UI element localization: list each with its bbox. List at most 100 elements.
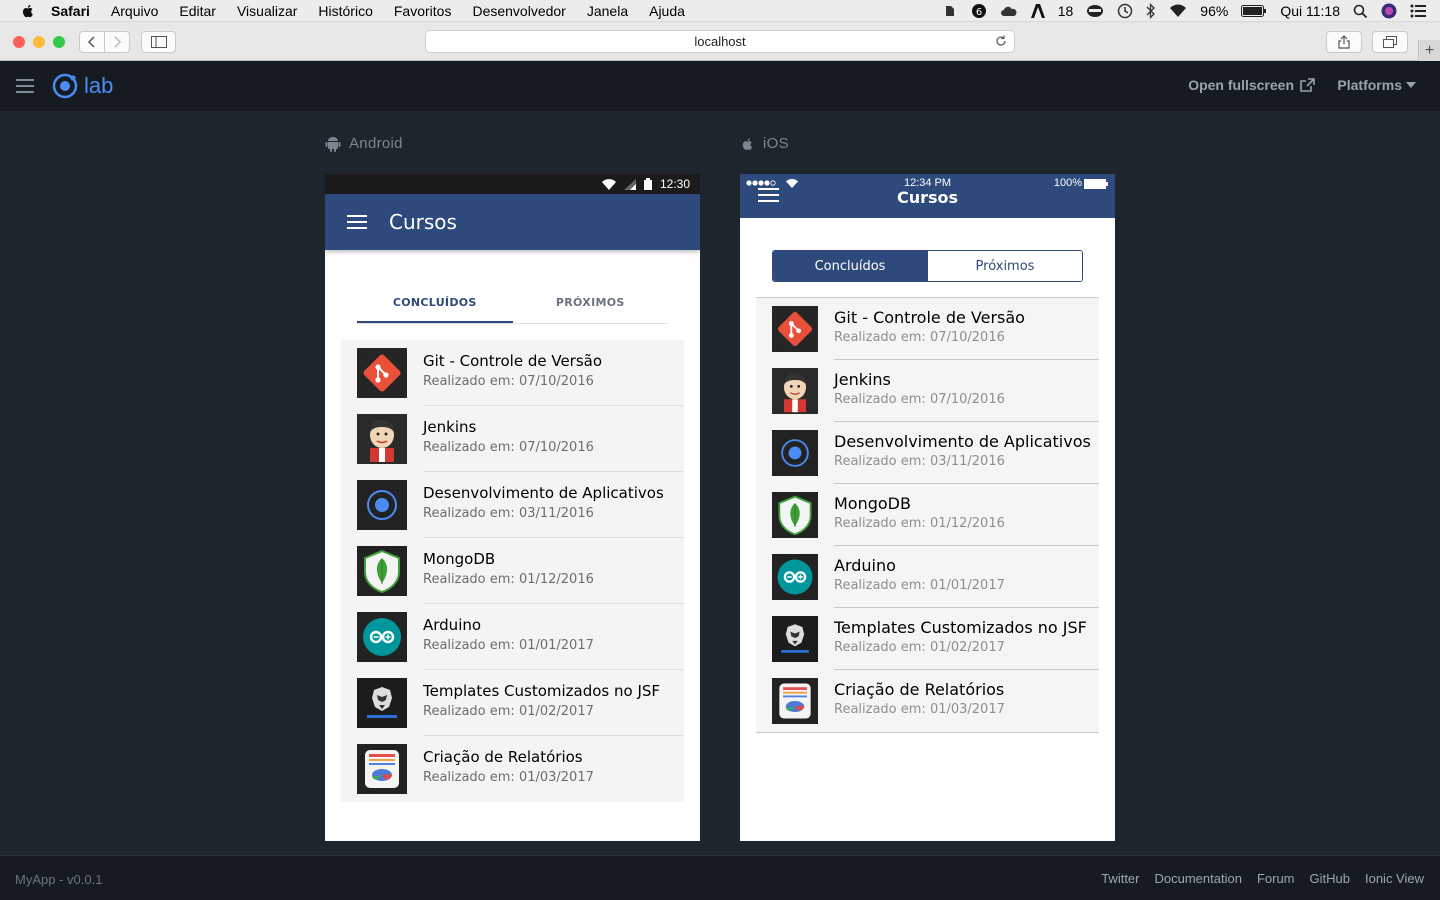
course-title: Criação de Relatórios <box>423 748 583 766</box>
primefaces-icon <box>772 616 818 662</box>
menu-janela[interactable]: Janela <box>587 3 628 19</box>
tab-concluidos[interactable]: CONCLUÍDOS <box>357 291 513 323</box>
menu-editar[interactable]: Editar <box>179 3 216 19</box>
bluetooth-icon[interactable] <box>1146 3 1156 19</box>
android-platform-label: Android <box>325 135 403 152</box>
segment-proximos[interactable]: Próximos <box>927 251 1082 281</box>
footer-link-ionic-view[interactable]: Ionic View <box>1365 871 1424 886</box>
ios-course-item[interactable]: Desenvolvimento de Aplicativos Realizado … <box>756 422 1099 484</box>
course-date: Realizado em: 01/03/2017 <box>834 702 1005 717</box>
menu-ajuda[interactable]: Ajuda <box>649 3 685 19</box>
course-text: Templates Customizados no JSF Realizado e… <box>834 618 1099 670</box>
course-title: Desenvolvimento de Aplicativos <box>834 432 1091 451</box>
android-course-item[interactable]: Arduino Realizado em: 01/01/2017 <box>341 604 684 670</box>
ios-course-item[interactable]: Templates Customizados no JSF Realizado e… <box>756 608 1099 670</box>
zoom-window-button[interactable] <box>53 36 65 48</box>
android-course-item[interactable]: Templates Customizados no JSF Realizado e… <box>341 670 684 736</box>
plus-icon: + <box>1424 41 1435 59</box>
course-text: MongoDB Realizado em: 01/12/2016 <box>423 550 684 604</box>
android-course-item[interactable]: MongoDB Realizado em: 01/12/2016 <box>341 538 684 604</box>
ios-course-item[interactable]: Criação de Relatórios Realizado em: 01/03… <box>756 670 1099 732</box>
course-date: Realizado em: 07/10/2016 <box>834 392 1005 407</box>
footer-link-github[interactable]: GitHub <box>1310 871 1350 886</box>
drive-icon[interactable] <box>1086 4 1104 18</box>
ios-course-item[interactable]: Git - Controle de Versão Realizado em: 07… <box>756 298 1099 360</box>
address-bar[interactable]: localhost <box>425 30 1015 53</box>
course-date: Realizado em: 07/10/2016 <box>834 330 1005 345</box>
course-title: Jenkins <box>423 418 477 436</box>
segment-concluidos[interactable]: Concluídos <box>773 251 927 281</box>
menu-app-name[interactable]: Safari <box>51 3 90 19</box>
share-icon <box>1338 35 1350 49</box>
menu-favoritos[interactable]: Favoritos <box>394 3 452 19</box>
ionic-lab-logo[interactable]: lab <box>52 73 113 99</box>
hamburger-menu-icon[interactable] <box>16 78 34 94</box>
platforms-dropdown[interactable]: Platforms <box>1337 77 1416 93</box>
badge-six-icon[interactable]: 6 <box>971 3 987 19</box>
apple-logo-icon <box>742 137 752 150</box>
footer-link-documentation[interactable]: Documentation <box>1155 871 1242 886</box>
notification-center-icon[interactable] <box>1410 4 1426 18</box>
spotlight-search-icon[interactable] <box>1353 4 1368 19</box>
minimize-window-button[interactable] <box>33 36 45 48</box>
lab-logo-text: lab <box>84 73 114 98</box>
ios-course-item[interactable]: MongoDB Realizado em: 01/12/2016 <box>756 484 1099 546</box>
menu-visualizar[interactable]: Visualizar <box>237 3 297 19</box>
close-window-button[interactable] <box>13 36 25 48</box>
tab-proximos[interactable]: PRÓXIMOS <box>513 291 669 323</box>
forward-button[interactable] <box>104 31 130 53</box>
apple-icon[interactable] <box>20 3 36 19</box>
menubar-clock[interactable]: Qui 11:18 <box>1280 3 1340 19</box>
wifi-icon[interactable] <box>1169 4 1187 18</box>
mongodb-icon <box>357 546 407 596</box>
android-course-list: Git - Controle de Versão Realizado em: 07… <box>341 340 684 802</box>
time-machine-icon[interactable] <box>1117 3 1133 19</box>
sidebar-toggle-button[interactable] <box>141 31 176 53</box>
back-button[interactable] <box>79 31 105 53</box>
safari-toolbar: localhost + <box>0 22 1440 61</box>
ios-page-title: Cursos <box>896 188 959 207</box>
tabs-overview-button[interactable] <box>1372 31 1408 53</box>
android-preview-frame: 12:30 Cursos CONCLUÍDOS PRÓXIMOS Git - C… <box>325 174 700 841</box>
ios-preview-frame: 12:34 PM 100% Cursos Concluídos Próximos… <box>740 174 1115 841</box>
android-course-item[interactable]: Jenkins Realizado em: 07/10/2016 <box>341 406 684 472</box>
android-course-item[interactable]: Git - Controle de Versão Realizado em: 07… <box>341 340 684 406</box>
android-course-item[interactable]: Desenvolvimento de Aplicativos Realizado … <box>341 472 684 538</box>
footer-link-twitter[interactable]: Twitter <box>1101 871 1139 886</box>
caret-down-icon <box>1406 82 1416 88</box>
ios-course-list: Git - Controle de Versão Realizado em: 07… <box>756 297 1099 733</box>
menu-arquivo[interactable]: Arquivo <box>111 3 158 19</box>
course-title: Criação de Relatórios <box>834 680 1005 699</box>
siri-icon[interactable] <box>1381 3 1397 19</box>
android-course-item[interactable]: Criação de Relatórios Realizado em: 01/03… <box>341 736 684 802</box>
new-tab-button[interactable]: + <box>1418 40 1440 61</box>
ios-course-item[interactable]: Arduino Realizado em: 01/01/2017 <box>756 546 1099 608</box>
course-text: Templates Customizados no JSF Realizado e… <box>423 682 684 736</box>
cloud-icon[interactable] <box>1000 3 1018 19</box>
course-text: Jenkins Realizado em: 07/10/2016 <box>423 418 684 472</box>
course-text: Arduino Realizado em: 01/01/2017 <box>834 556 1099 608</box>
menu-icon[interactable] <box>347 215 367 229</box>
course-date: Realizado em: 07/10/2016 <box>423 374 594 389</box>
course-text: Desenvolvimento de Aplicativos Realizado … <box>834 432 1099 484</box>
open-fullscreen-link[interactable]: Open fullscreen <box>1188 77 1315 93</box>
course-title: Git - Controle de Versão <box>423 352 603 370</box>
course-date: Realizado em: 03/11/2016 <box>423 506 594 521</box>
mongodb-icon <box>772 492 818 538</box>
adobe-icon[interactable] <box>1030 4 1045 18</box>
battery-status-icon <box>643 178 652 190</box>
reload-icon[interactable] <box>994 34 1008 48</box>
android-label-text: Android <box>349 135 403 152</box>
menu-desenvolvedor[interactable]: Desenvolvedor <box>472 3 565 19</box>
evernote-icon[interactable] <box>942 3 958 19</box>
menu-historico[interactable]: Histórico <box>318 3 372 19</box>
ios-course-item[interactable]: Jenkins Realizado em: 07/10/2016 <box>756 360 1099 422</box>
footer-link-forum[interactable]: Forum <box>1257 871 1295 886</box>
git-icon <box>357 348 407 398</box>
share-button[interactable] <box>1326 31 1362 53</box>
battery-icon[interactable] <box>1241 5 1267 17</box>
course-date: Realizado em: 03/11/2016 <box>834 454 1005 469</box>
course-date: Realizado em: 01/01/2017 <box>834 578 1005 593</box>
primefaces-icon <box>357 678 407 728</box>
android-status-time: 12:30 <box>659 177 690 191</box>
